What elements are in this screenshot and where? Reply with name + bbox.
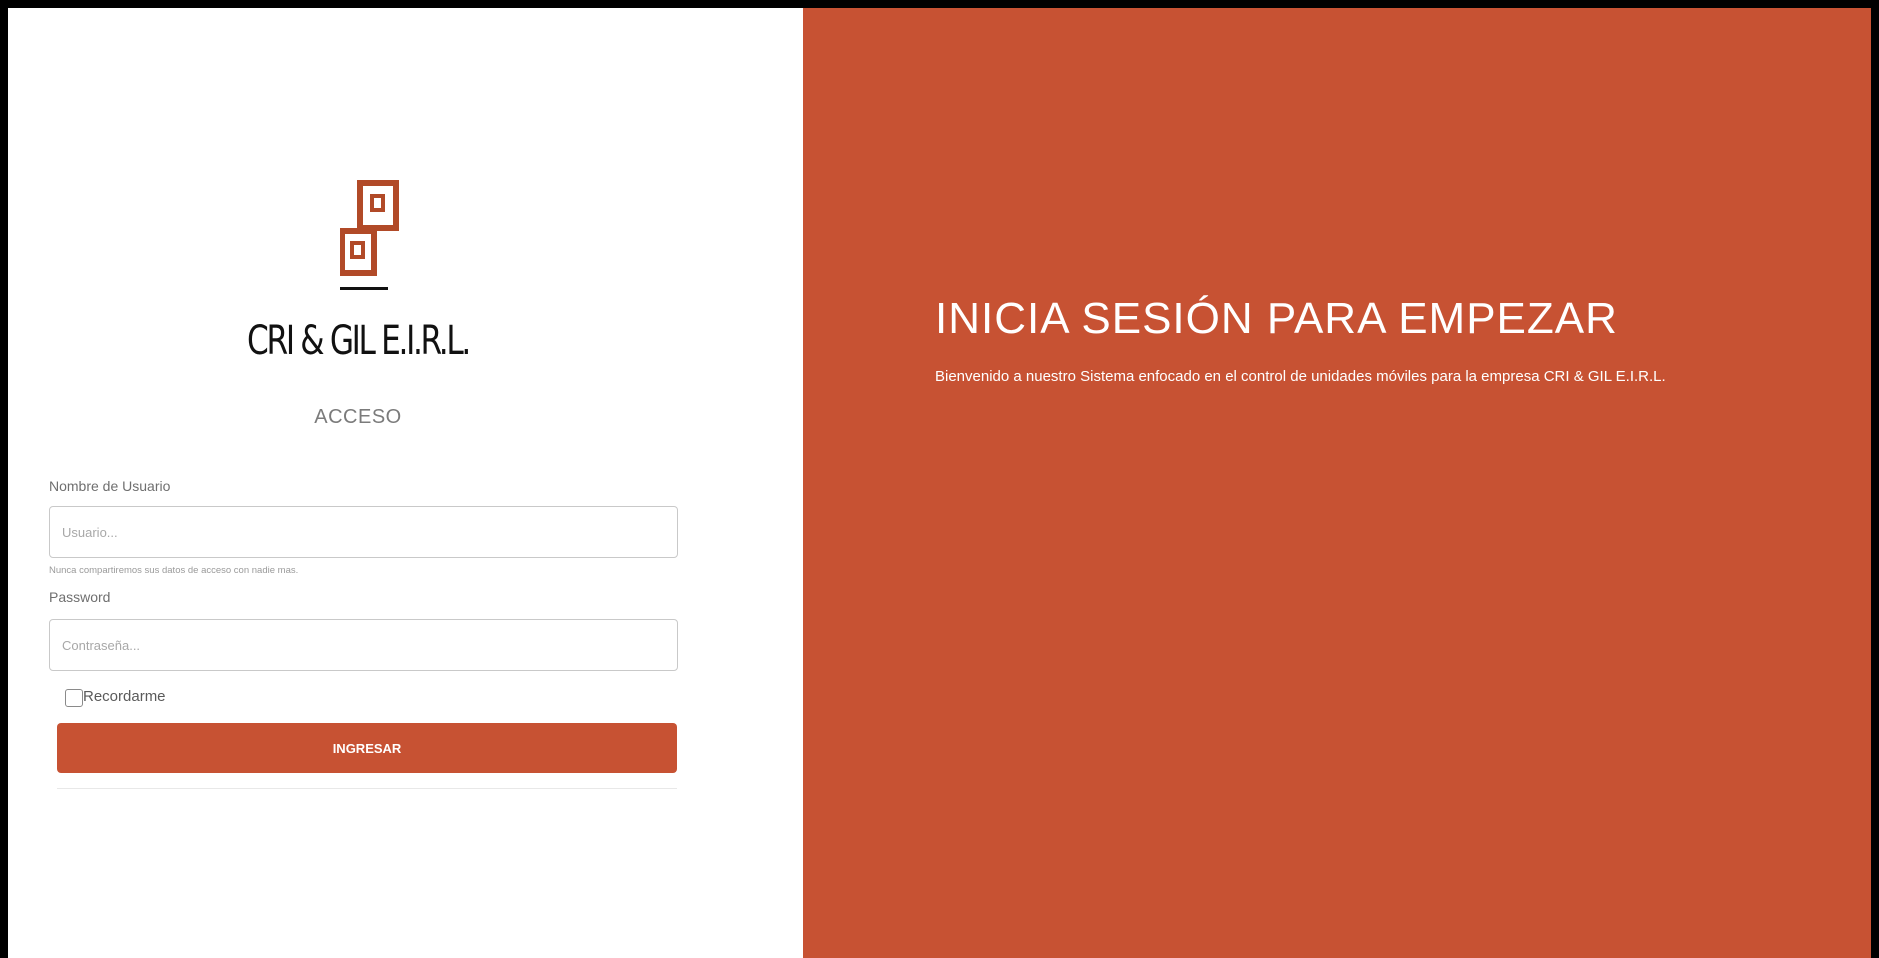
username-label: Nombre de Usuario (49, 478, 171, 494)
password-input[interactable] (49, 619, 678, 671)
login-panel: CRI & GIL E.I.R.L. ACCESO Nombre de Usua… (8, 8, 803, 958)
access-heading: ACCESO (314, 406, 402, 428)
login-submit-button[interactable]: INGRESAR (57, 723, 677, 773)
brand-name: CRI & GIL E.I.R.L. (247, 318, 471, 364)
password-label: Password (49, 589, 111, 605)
form-divider (57, 788, 677, 789)
username-help-text: Nunca compartiremos sus datos de acceso … (49, 565, 299, 576)
username-input[interactable] (49, 506, 678, 558)
interlocking-squares-logo-icon (340, 180, 399, 290)
page-frame: CRI & GIL E.I.R.L. ACCESO Nombre de Usua… (0, 0, 1879, 958)
hero-title: INICIA SESIÓN PARA EMPEZAR (935, 294, 1618, 343)
hero-subtitle: Bienvenido a nuestro Sistema enfocado en… (935, 368, 1666, 385)
remember-checkbox[interactable] (65, 689, 83, 707)
welcome-hero-panel: INICIA SESIÓN PARA EMPEZAR Bienvenido a … (803, 8, 1871, 958)
remember-label[interactable]: Recordarme (83, 688, 166, 705)
